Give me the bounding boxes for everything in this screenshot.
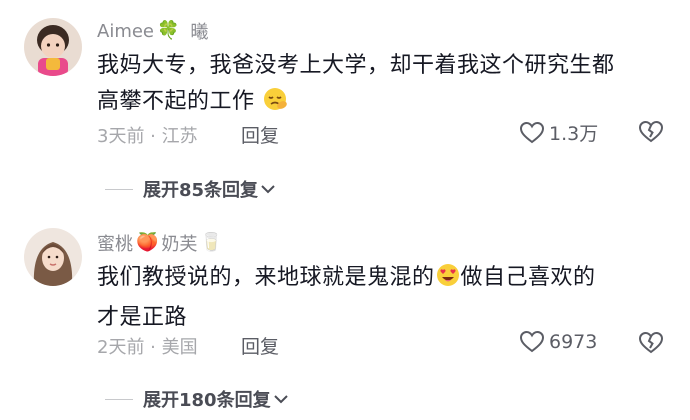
comment-text[interactable]: 我们教授说的，来地球就是鬼混的 做自己喜欢的 才是正路: [97, 260, 667, 336]
expand-replies-label: 展开180条回复: [143, 390, 271, 411]
divider-line: [105, 398, 133, 400]
username[interactable]: 蜜桃 🍑 奶芙 🥛: [97, 230, 223, 256]
expand-replies-button[interactable]: 展开180条回复: [105, 386, 289, 412]
avatar-image: [24, 18, 82, 76]
comment-meta: 3天前 · 江苏: [97, 126, 198, 147]
expand-replies-button[interactable]: 展开85条回复: [105, 176, 276, 202]
comment-text-line1: 我妈大专，我爸没考上大学，却干着我这个研究生都: [97, 53, 615, 78]
reply-button[interactable]: 回复: [241, 121, 279, 148]
milk-emoji: 🥛: [200, 232, 223, 253]
peach-emoji: 🍑: [136, 232, 159, 253]
avatar[interactable]: [24, 228, 82, 286]
chevron-down-icon: [273, 395, 288, 404]
dislike-button[interactable]: [638, 120, 664, 148]
comment-text-line1a: 我们教授说的，来地球就是鬼混的: [97, 265, 435, 290]
comment-text-line2: 高攀不起的工作: [97, 89, 255, 114]
broken-heart-icon: [638, 120, 664, 143]
comment-text-line1b: 做自己喜欢的: [460, 265, 596, 290]
heart-eyes-emoji: [435, 262, 461, 300]
clover-emoji: 🍀: [157, 20, 180, 41]
comment-meta: 2天前 · 美国: [97, 337, 198, 358]
like-count: 1.3万: [549, 123, 599, 145]
comment-text-line2: 才是正路: [97, 305, 188, 330]
chevron-down-icon: [261, 185, 275, 194]
tired-face-emoji: [262, 86, 288, 124]
broken-heart-icon: [638, 331, 664, 354]
expand-replies-label: 展开85条回复: [143, 180, 259, 201]
comment-item: Aimee 🍀 曦 我妈大专，我爸没考上大学，却干着我这个研究生都 高攀不起的工…: [0, 0, 690, 210]
username-suffix: 曦: [190, 22, 209, 43]
divider-line: [105, 188, 133, 190]
like-button[interactable]: 6973: [519, 330, 597, 354]
like-button[interactable]: 1.3万: [519, 119, 598, 146]
reply-button[interactable]: 回复: [241, 332, 279, 359]
comment-item: 蜜桃 🍑 奶芙 🥛 我们教授说的，来地球就是鬼混的 做自己喜欢的 才是正路 2天…: [0, 210, 690, 420]
avatar[interactable]: [24, 18, 82, 76]
heart-icon: [519, 330, 545, 353]
avatar-image: [24, 228, 82, 286]
username-text: 蜜桃: [97, 234, 133, 255]
dislike-button[interactable]: [638, 331, 664, 359]
like-count: 6973: [549, 331, 598, 353]
username-suffix: 奶芙: [161, 234, 198, 255]
heart-icon: [519, 121, 545, 143]
username-text: Aimee: [97, 20, 154, 42]
username[interactable]: Aimee 🍀 曦: [97, 18, 208, 44]
comment-text[interactable]: 我妈大专，我爸没考上大学，却干着我这个研究生都 高攀不起的工作: [97, 48, 667, 124]
